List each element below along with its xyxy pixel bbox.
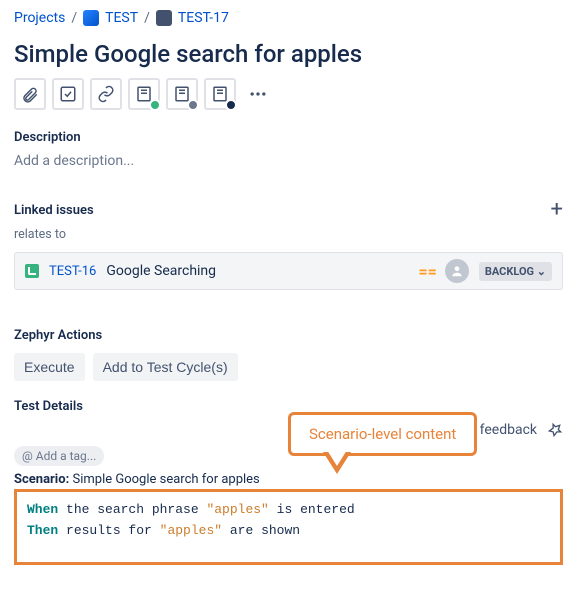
linked-issue-row[interactable]: TEST-16 Google Searching == BACKLOG ⌄ [14, 252, 563, 290]
issue-type-story-icon [25, 264, 39, 278]
scenario-name: Simple Google search for apples [72, 472, 259, 487]
annotation-callout: Scenario-level content [288, 412, 477, 456]
linked-issue-status[interactable]: BACKLOG ⌄ [479, 262, 552, 281]
annotation-text: Scenario-level content [288, 412, 477, 456]
badge-c-icon [225, 99, 237, 111]
breadcrumb-issue[interactable]: TEST-17 [178, 10, 229, 26]
breadcrumb-sep: / [144, 10, 150, 26]
badge-a-icon [149, 99, 161, 111]
gherkin-string: "apples" [160, 523, 222, 538]
execute-button[interactable]: Execute [14, 353, 85, 381]
page-action-a-button[interactable] [128, 78, 160, 110]
breadcrumb-sep: / [71, 10, 77, 26]
issue-type-icon [156, 10, 172, 26]
more-actions-button[interactable] [242, 78, 274, 110]
linked-issue-summary[interactable]: Google Searching [106, 263, 216, 279]
add-to-cycle-button[interactable]: Add to Test Cycle(s) [93, 353, 238, 381]
scenario-heading: Scenario: Simple Google search for apple… [14, 472, 563, 487]
linked-issues-heading: Linked issues [14, 203, 94, 218]
link-relation-label: relates to [14, 227, 563, 242]
feedback-pin-icon[interactable] [547, 422, 563, 438]
add-tag-chip[interactable]: @ Add a tag... [14, 446, 104, 466]
page-action-b-button[interactable] [166, 78, 198, 110]
annotation-pointer-icon [323, 452, 351, 474]
project-avatar-icon [83, 10, 99, 26]
breadcrumb-projects[interactable]: Projects [14, 10, 65, 26]
description-heading: Description [14, 130, 563, 145]
breadcrumb: Projects / TEST / TEST-17 [14, 10, 563, 26]
add-checklist-button[interactable] [52, 78, 84, 110]
breadcrumb-project[interactable]: TEST [105, 10, 138, 26]
gherkin-string: "apples" [206, 502, 268, 517]
gherkin-when-keyword: When [27, 502, 58, 517]
issue-toolbar [14, 78, 563, 110]
assignee-avatar-icon[interactable] [445, 259, 469, 283]
description-field[interactable]: Add a description... [14, 153, 563, 169]
priority-medium-icon: == [418, 262, 434, 281]
link-button[interactable] [90, 78, 122, 110]
issue-title[interactable]: Simple Google search for apples [14, 40, 563, 68]
zephyr-heading: Zephyr Actions [14, 328, 563, 343]
linked-issue-key[interactable]: TEST-16 [49, 264, 96, 279]
add-linked-issue-button[interactable]: + [551, 199, 563, 221]
page-action-c-button[interactable] [204, 78, 236, 110]
badge-b-icon [187, 99, 199, 111]
scenario-label: Scenario: [14, 472, 69, 487]
scenario-code-block: When the search phrase "apples" is enter… [14, 489, 563, 565]
attach-button[interactable] [14, 78, 46, 110]
gherkin-then-keyword: Then [27, 523, 58, 538]
